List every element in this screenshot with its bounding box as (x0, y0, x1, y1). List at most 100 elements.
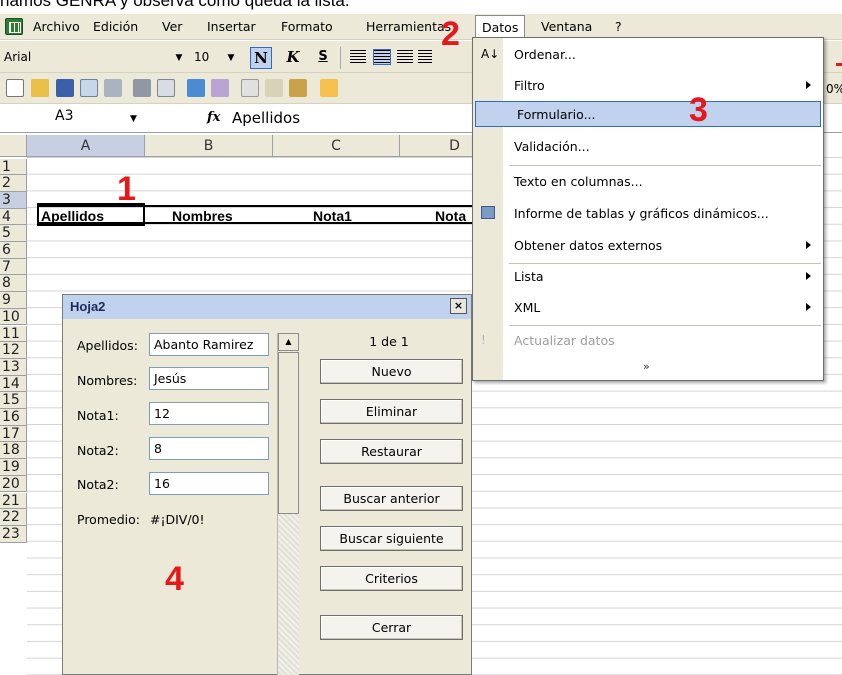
scroll-up-arrow-icon[interactable]: ▲ (278, 333, 299, 351)
menu-item-filtro[interactable]: Filtro (473, 73, 823, 99)
print-icon[interactable] (133, 79, 151, 97)
save-icon[interactable] (56, 79, 74, 97)
print-preview-icon[interactable] (157, 79, 175, 97)
cell-nota[interactable]: Nota (435, 208, 466, 224)
align-right-icon[interactable] (397, 50, 413, 64)
column-header-c[interactable]: C (273, 135, 400, 157)
apellidos-field[interactable]: Abanto Ramirez (149, 333, 269, 356)
nombres-field[interactable]: Jesús (149, 367, 269, 390)
scroll-thumb[interactable] (278, 352, 299, 514)
menu-item-ordenar[interactable]: A↓ Ordenar... (473, 42, 823, 68)
row-header[interactable]: 10 (0, 308, 27, 326)
menu-archivo[interactable]: Archivo (33, 19, 80, 34)
formula-input[interactable]: Apellidos (232, 109, 300, 127)
copy-icon[interactable] (265, 79, 283, 97)
row-header[interactable]: 6 (0, 242, 27, 259)
zoom-percent-icon[interactable]: 0% (826, 82, 842, 96)
spelling-icon[interactable] (187, 79, 205, 97)
italic-button[interactable]: K (282, 47, 304, 69)
row-header[interactable]: 16 (0, 409, 27, 426)
research-icon[interactable] (211, 79, 229, 97)
menu-edicion[interactable]: Edición (93, 19, 138, 34)
row-header[interactable]: 12 (0, 342, 27, 359)
cerrar-button[interactable]: Cerrar (320, 615, 463, 640)
column-header-b[interactable]: B (145, 135, 273, 157)
row-header[interactable]: 9 (0, 292, 27, 309)
row-header[interactable]: 20 (0, 475, 27, 493)
menu-item-label: Lista (514, 269, 544, 284)
row-header[interactable]: 15 (0, 392, 27, 409)
menu-ventana[interactable]: Ventana (541, 19, 592, 34)
row-header[interactable]: 17 (0, 425, 27, 443)
cell-nota1[interactable]: Nota1 (313, 208, 352, 224)
row-header[interactable]: 1 (0, 158, 27, 176)
row-header[interactable]: 3 (0, 191, 27, 209)
new-file-icon[interactable] (6, 79, 24, 97)
refresh-icon: ! (481, 333, 486, 347)
red-marker (836, 63, 842, 66)
size-dropdown-arrow-icon[interactable]: ▼ (223, 48, 239, 68)
align-left-icon[interactable] (350, 50, 366, 64)
cut-icon[interactable] (241, 79, 259, 97)
nota2-field[interactable]: 8 (149, 437, 269, 460)
row-header[interactable]: 11 (0, 325, 27, 343)
menu-item-texto-columnas[interactable]: Texto en columnas... (473, 169, 823, 195)
menu-item-lista[interactable]: Lista (473, 264, 823, 290)
menu-item-formulario[interactable]: Formulario... (475, 101, 821, 127)
menu-help[interactable]: ? (615, 19, 622, 34)
record-counter: 1 de 1 (369, 334, 409, 349)
row-header[interactable]: 14 (0, 375, 27, 393)
underline-button[interactable]: S (312, 47, 334, 69)
eliminar-button[interactable]: Eliminar (320, 399, 463, 424)
column-header-a[interactable]: A (27, 135, 145, 157)
excel-icon[interactable] (5, 18, 23, 35)
fx-icon[interactable]: fx (207, 110, 220, 125)
menu-item-datos-externos[interactable]: Obtener datos externos (473, 233, 823, 259)
row-header[interactable]: 2 (0, 175, 27, 192)
nuevo-button[interactable]: Nuevo (320, 359, 463, 384)
nota1-field[interactable]: 12 (149, 402, 269, 425)
cell-nombres[interactable]: Nombres (172, 208, 233, 224)
print-area-icon[interactable] (104, 79, 122, 97)
row-header[interactable]: 23 (0, 525, 27, 543)
row-header[interactable]: 5 (0, 225, 27, 242)
menu-herramientas[interactable]: Herramientas (366, 19, 451, 34)
row-header[interactable]: 22 (0, 509, 27, 526)
format-painter-icon[interactable] (320, 79, 338, 97)
row-header[interactable]: 7 (0, 258, 27, 276)
row-header[interactable]: 21 (0, 492, 27, 510)
select-all-corner[interactable] (0, 135, 27, 157)
criterios-button[interactable]: Criterios (320, 566, 463, 591)
menu-ver[interactable]: Ver (162, 19, 182, 34)
paste-icon[interactable] (289, 79, 307, 97)
row-header[interactable]: 13 (0, 358, 27, 376)
buscar-anterior-button[interactable]: Buscar anterior (320, 486, 463, 511)
open-folder-icon[interactable] (31, 79, 49, 97)
font-dropdown-arrow-icon[interactable]: ▼ (171, 48, 187, 68)
menu-formato[interactable]: Formato (281, 19, 333, 34)
page-caption: namos GENRA y observa como queda la list… (0, 0, 350, 10)
menu-item-label: Formulario... (517, 107, 596, 122)
menu-item-validacion[interactable]: Validación... (473, 134, 823, 160)
menu-item-xml[interactable]: XML (473, 295, 823, 321)
close-icon[interactable]: × (450, 298, 467, 314)
buscar-siguiente-button[interactable]: Buscar siguiente (320, 526, 463, 551)
expand-menu-icon[interactable]: » (643, 360, 650, 373)
permission-icon[interactable] (80, 79, 98, 97)
row-header[interactable]: 19 (0, 459, 27, 476)
row-header[interactable]: 8 (0, 275, 27, 293)
font-name-select[interactable]: Arial (0, 47, 190, 69)
record-scrollbar[interactable]: ▲ (277, 333, 299, 675)
row-header[interactable]: 4 (0, 208, 27, 226)
dialog-title-bar[interactable]: Hoja2 × (63, 295, 471, 319)
name-box-arrow-icon[interactable]: ▼ (130, 114, 137, 124)
promedio-value: #¡DIV/0! (150, 512, 205, 527)
menu-insertar[interactable]: Insertar (207, 19, 256, 34)
bold-button[interactable]: N (250, 47, 272, 69)
align-center-icon[interactable] (373, 49, 391, 65)
restaurar-button[interactable]: Restaurar (320, 439, 463, 464)
row-header[interactable]: 18 (0, 442, 27, 460)
menu-item-tablas-dinamicas[interactable]: Informe de tablas y gráficos dinámicos..… (473, 201, 823, 227)
nota2b-field[interactable]: 16 (149, 472, 269, 495)
merge-center-icon[interactable] (418, 50, 432, 64)
